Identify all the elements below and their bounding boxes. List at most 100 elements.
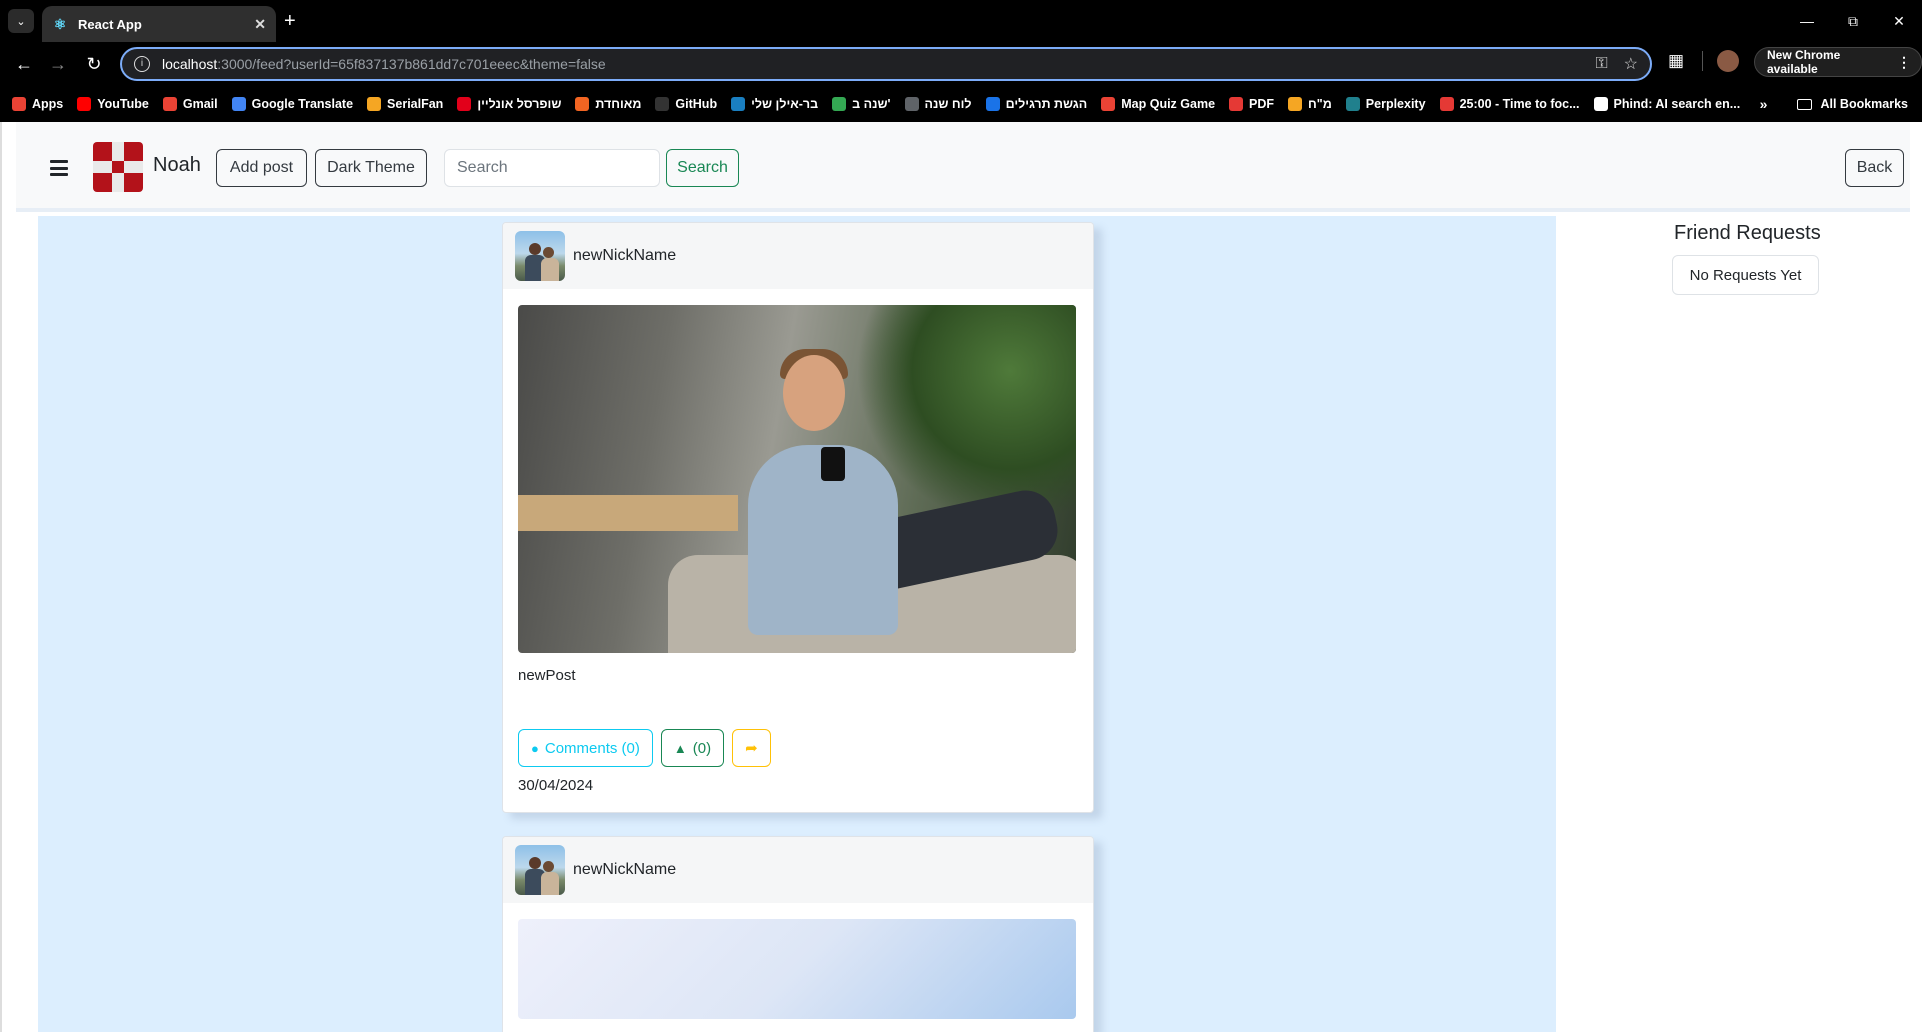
tab-search-chevron-icon[interactable]: ⌄	[8, 9, 34, 33]
friend-requests-title: Friend Requests	[1674, 222, 1821, 244]
bookmark-label: שנה ב'	[852, 97, 891, 111]
post-body: newPost ● Comments (0) ▲ (0) ➦ 30/04/202…	[503, 289, 1093, 812]
map-pin-icon	[1101, 97, 1116, 111]
translate-icon	[231, 97, 246, 111]
window-controls: — ⧉ ✕	[1784, 0, 1922, 42]
close-icon[interactable]: ✕	[254, 16, 266, 33]
share-arrow-icon: ➦	[745, 740, 758, 757]
bookmark-item[interactable]: Phind: AI search en...	[1593, 97, 1741, 111]
profile-avatar[interactable]	[1717, 50, 1739, 72]
bookmark-item[interactable]: מ"ח	[1288, 97, 1332, 111]
back-button[interactable]: Back	[1845, 149, 1904, 187]
bookmark-item[interactable]: PDF	[1229, 97, 1274, 111]
search-input[interactable]	[444, 149, 660, 187]
bookmark-label: Gmail	[182, 97, 218, 111]
bookmark-item[interactable]: הגשת תרגילים	[985, 97, 1087, 111]
post-author-nickname[interactable]: newNickName	[573, 861, 676, 879]
bookmark-label: 25:00 - Time to foc...	[1459, 97, 1580, 111]
reload-icon[interactable]: ↻	[82, 52, 106, 76]
calendar-icon	[904, 97, 919, 111]
meuhedet-icon	[575, 97, 590, 111]
bookmark-item[interactable]: לוח שנה	[904, 97, 972, 111]
mh-icon	[1288, 97, 1303, 111]
bookmark-item[interactable]: 25:00 - Time to foc...	[1439, 97, 1580, 111]
hamburger-menu-icon[interactable]	[50, 160, 68, 176]
site-info-icon[interactable]: i	[134, 56, 150, 72]
bookmark-star-icon[interactable]: ☆	[1624, 54, 1638, 74]
url-text: localhost:3000/feed?userId=65f837137b861…	[162, 56, 606, 72]
post-text: newPost	[518, 667, 576, 684]
bookmark-item[interactable]: Apps	[12, 97, 63, 111]
comments-label: Comments (0)	[544, 739, 640, 757]
phind-icon	[1593, 97, 1608, 111]
bookmark-label: Perplexity	[1365, 97, 1426, 111]
share-button[interactable]: ➦	[732, 729, 771, 767]
user-avatar[interactable]	[515, 845, 565, 895]
window-close-icon[interactable]: ✕	[1876, 0, 1922, 42]
apps-grid-icon	[12, 97, 26, 111]
no-requests-label: No Requests Yet	[1672, 255, 1819, 295]
bookmark-item[interactable]: SerialFan	[367, 97, 443, 111]
bookmark-item[interactable]: מאוחדת	[575, 97, 641, 111]
more-bookmarks-chevron-icon[interactable]: »	[1760, 96, 1768, 112]
password-key-icon[interactable]: ⚿	[1595, 55, 1607, 73]
kebab-menu-icon: ⋮	[1897, 53, 1911, 70]
new-tab-plus-icon[interactable]: +	[284, 10, 296, 32]
all-bookmarks-button[interactable]: All Bookmarks	[1797, 97, 1908, 111]
search-button[interactable]: Search	[666, 149, 739, 187]
bookmark-label: Apps	[32, 97, 64, 111]
bookmark-label: Map Quiz Game	[1121, 97, 1216, 111]
biu-icon	[731, 97, 746, 111]
tab-title: React App	[78, 16, 142, 32]
restore-icon[interactable]: ⧉	[1830, 0, 1876, 42]
bookmark-label: שופרסל אונליין	[477, 97, 562, 111]
bookmark-label: Phind: AI search en...	[1613, 97, 1741, 111]
app-logo	[93, 142, 143, 192]
user-avatar[interactable]	[515, 231, 565, 281]
thumbs-up-icon: ▲	[673, 740, 687, 756]
browser-tab[interactable]: ⚛ React App ✕	[42, 6, 276, 42]
bookmark-item[interactable]: YouTube	[77, 97, 149, 111]
bookmark-item[interactable]: בר-אילן שלי	[731, 97, 818, 111]
post-image	[518, 305, 1076, 653]
extensions-puzzle-icon[interactable]: ▦	[1664, 51, 1688, 71]
bookmark-item[interactable]: Gmail	[162, 97, 218, 111]
forward-arrow-icon[interactable]: →	[46, 52, 70, 76]
toolbar-divider	[1702, 51, 1703, 71]
bookmarks-list: Apps YouTube Gmail Google Translate SerialFa…	[12, 97, 1754, 111]
comments-button[interactable]: ● Comments (0)	[518, 729, 653, 767]
new-chrome-available-button[interactable]: New Chrome available ⋮	[1754, 47, 1922, 77]
back-arrow-icon[interactable]: ←	[12, 52, 36, 76]
github-icon	[655, 97, 670, 111]
like-button[interactable]: ▲ (0)	[660, 729, 725, 767]
post-header: newNickName	[503, 223, 1093, 289]
bookmark-item[interactable]: Map Quiz Game	[1101, 97, 1215, 111]
post-author-nickname[interactable]: newNickName	[573, 247, 676, 265]
serialfan-icon	[367, 97, 382, 111]
add-post-button[interactable]: Add post	[216, 149, 307, 187]
drive-icon	[832, 97, 847, 111]
post-card: newNickName newPost ● Comments (0) ▲ (0)…	[502, 222, 1094, 813]
bookmark-item[interactable]: GitHub	[655, 97, 717, 111]
bookmark-item[interactable]: Google Translate	[231, 97, 353, 111]
comments-icon: ●	[531, 740, 539, 756]
likes-count: (0)	[692, 739, 712, 757]
bookmark-item[interactable]: שופרסל אונליין	[457, 97, 561, 111]
bookmark-item[interactable]: Perplexity	[1345, 97, 1426, 111]
minimize-icon[interactable]: —	[1784, 0, 1830, 42]
gmail-icon	[162, 97, 177, 111]
bookmark-label: SerialFan	[387, 97, 444, 111]
upload-icon	[985, 97, 1000, 111]
dark-theme-button[interactable]: Dark Theme	[315, 149, 427, 187]
bookmark-label: בר-אילן שלי	[751, 97, 819, 111]
bookmark-label: מאוחדת	[595, 97, 642, 111]
youtube-icon	[77, 97, 92, 111]
bookmark-item[interactable]: שנה ב'	[832, 97, 891, 111]
bookmarks-right: » All Bookmarks	[1760, 86, 1908, 122]
post-header: newNickName	[503, 837, 1093, 903]
navbar: Noah Add post Dark Theme Search Back	[16, 122, 1910, 212]
post-card: newNickName	[502, 836, 1094, 1032]
post-image	[518, 919, 1076, 1019]
address-bar[interactable]: i localhost:3000/feed?userId=65f837137b8…	[120, 47, 1652, 81]
bookmark-label: לוח שנה	[924, 97, 972, 111]
